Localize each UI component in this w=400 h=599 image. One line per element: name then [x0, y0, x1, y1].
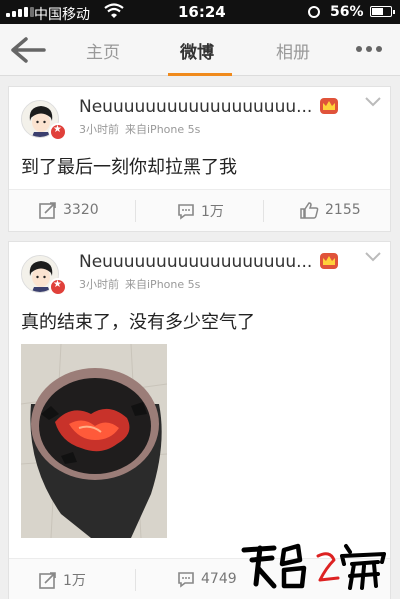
more-options-icon[interactable] [356, 46, 382, 52]
tab-home[interactable]: 主页 [86, 38, 120, 63]
weibo-post-card: Neuuuuuuuuuuuuuuuuuu... 3小时前来自iPhone 5s … [8, 86, 391, 232]
vip-badge-icon [49, 278, 67, 296]
tab-weibo[interactable]: 微博 [180, 38, 214, 63]
comment-icon [178, 572, 194, 588]
battery-percent: 56% [330, 4, 364, 20]
divider [135, 569, 136, 591]
alarm-clock-icon [308, 6, 320, 18]
like-count: 2155 [325, 202, 361, 218]
comment-count: 1万 [201, 204, 224, 220]
username[interactable]: Neuuuuuuuuuuuuuuuuuu... [79, 97, 317, 117]
username[interactable]: Neuuuuuuuuuuuuuuuuuu... [79, 252, 317, 272]
post-text: 真的结束了，没有多少空气了 [21, 312, 255, 333]
divider [135, 200, 136, 222]
chevron-down-icon[interactable] [365, 97, 381, 107]
post-source: 来自iPhone 5s [125, 278, 201, 291]
post-text: 到了最后一刻你却拉黑了我 [21, 157, 237, 178]
back-arrow-icon[interactable] [10, 36, 46, 64]
vip-crown-icon [320, 98, 338, 114]
divider [263, 200, 264, 222]
vip-crown-icon [320, 253, 338, 269]
battery-icon [370, 6, 395, 17]
status-bar: 中国移动 16:24 56% [0, 0, 400, 24]
thumbs-up-icon [300, 202, 319, 219]
vip-badge-icon [49, 123, 67, 141]
carrier-name: 中国移动 [34, 7, 90, 23]
like-button[interactable]: 2155 [299, 201, 361, 219]
repost-button[interactable]: 1万 [39, 570, 86, 590]
comment-icon [178, 204, 194, 220]
clock-time: 16:24 [178, 3, 226, 21]
wifi-icon [104, 3, 124, 18]
post-action-bar: 3320 1万 2155 [9, 189, 390, 231]
repost-button[interactable]: 3320 [39, 201, 99, 219]
post-meta: 3小时前 来自iPhone 5s [79, 276, 200, 292]
post-photo[interactable] [21, 344, 167, 538]
profile-nav-bar: 主页 微博 相册 [0, 24, 400, 76]
repost-icon [39, 572, 56, 589]
comment-count: 4749 [201, 571, 237, 587]
repost-icon [39, 202, 56, 219]
post-source: 来自iPhone 5s [125, 123, 201, 136]
post-meta: 3小时前 来自iPhone 5s [79, 121, 200, 137]
post-time: 3小时前 [79, 278, 119, 291]
active-tab-indicator [168, 73, 232, 76]
chevron-down-icon[interactable] [365, 252, 381, 262]
signal-icon [6, 7, 34, 17]
repost-count: 3320 [63, 202, 99, 218]
post-time: 3小时前 [79, 123, 119, 136]
tab-album[interactable]: 相册 [276, 38, 310, 63]
repost-count: 1万 [63, 573, 86, 589]
comment-button[interactable]: 1万 [177, 201, 224, 221]
comment-button[interactable]: 4749 [177, 570, 237, 588]
watermark-logo [241, 543, 386, 590]
